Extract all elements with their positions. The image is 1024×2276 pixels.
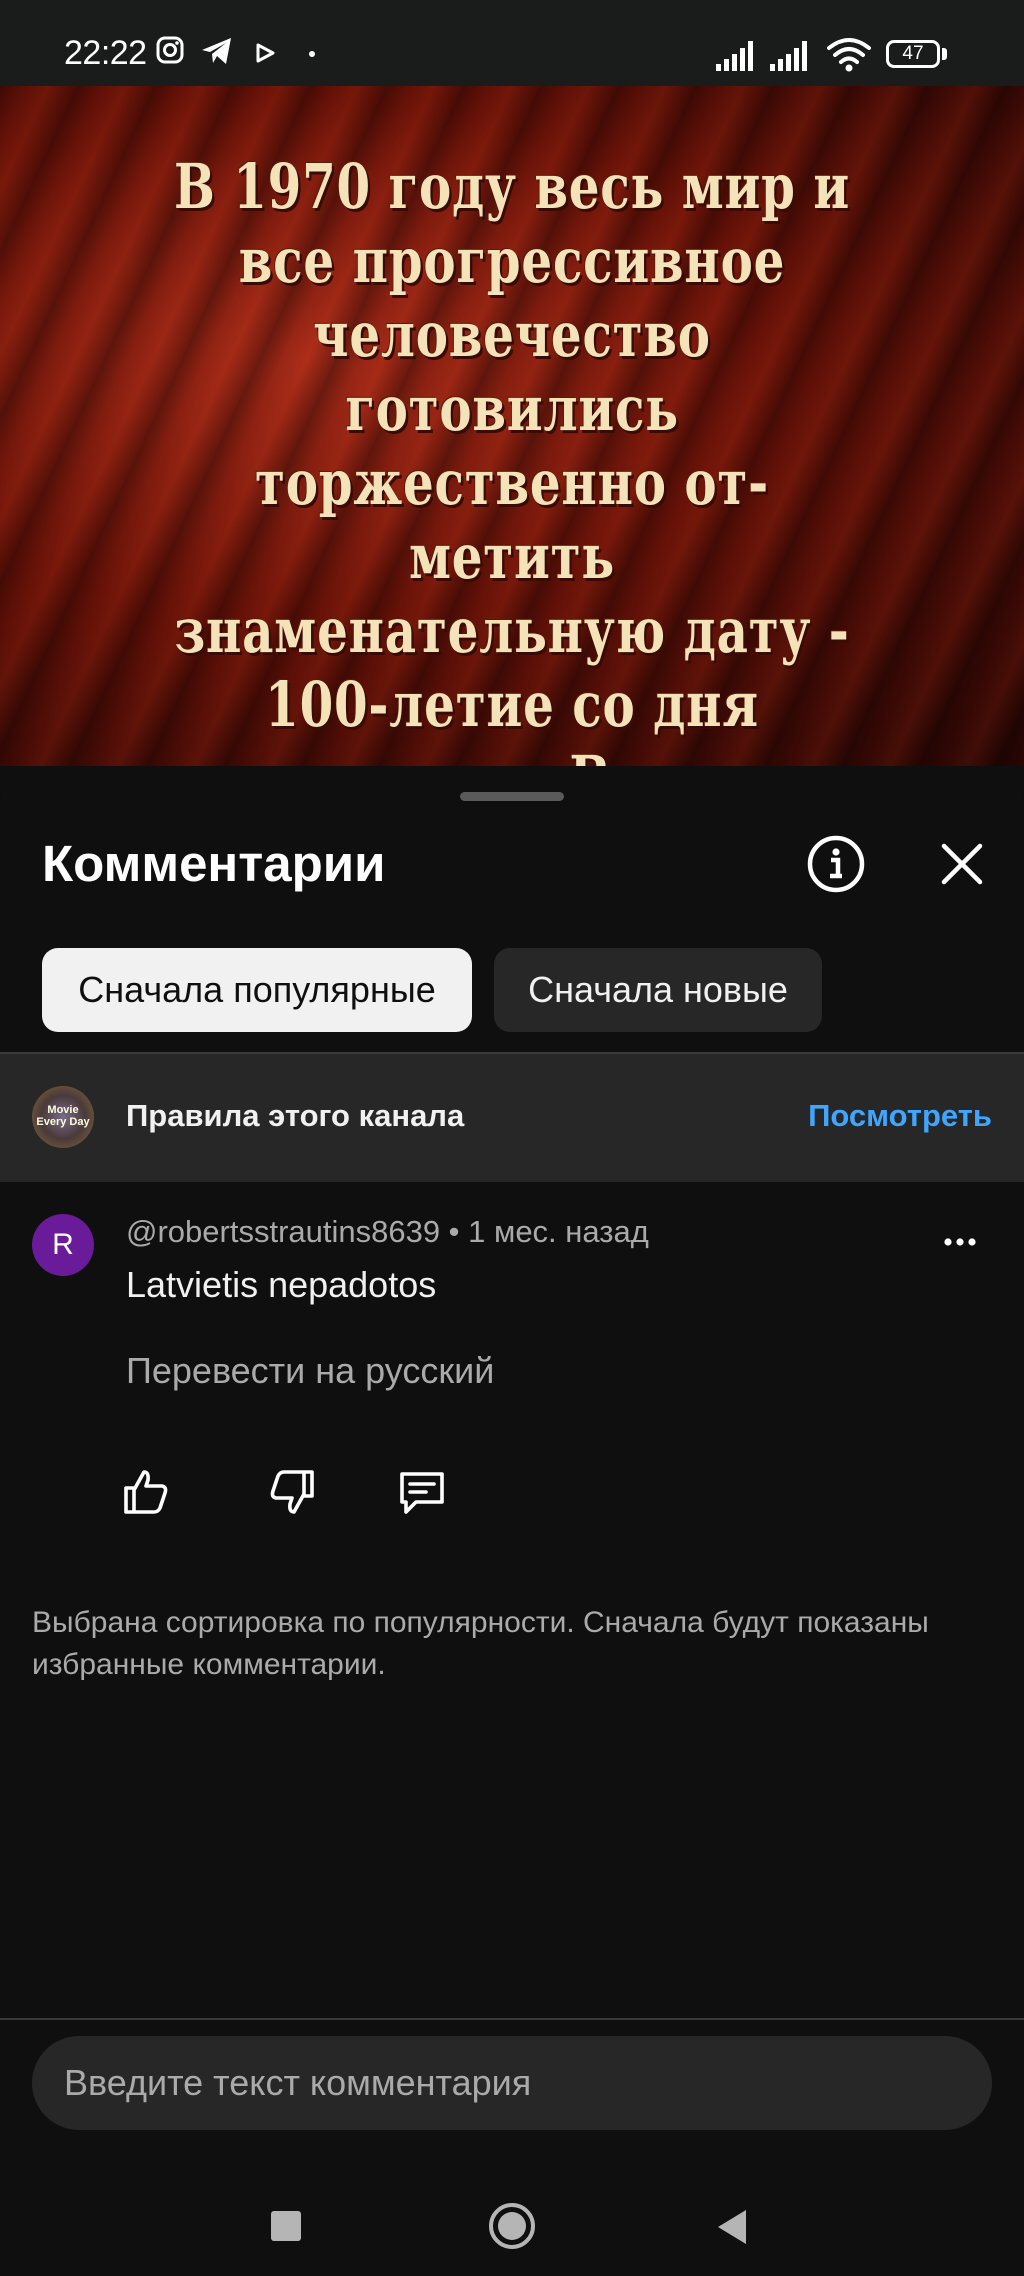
like-icon[interactable] — [118, 1464, 174, 1520]
battery-indicator: 47 — [886, 40, 940, 68]
info-icon — [807, 835, 865, 893]
battery-level: 47 — [902, 43, 924, 64]
view-rules-link[interactable]: Посмотреть — [808, 1098, 992, 1134]
status-time: 22:22 — [64, 34, 147, 72]
more-options-icon[interactable] — [940, 1222, 980, 1262]
sort-note: Выбрана сортировка по популярности. Снач… — [32, 1606, 929, 1681]
avatar[interactable]: R — [32, 1214, 94, 1276]
dislike-icon[interactable] — [264, 1464, 320, 1520]
drag-handle[interactable] — [460, 792, 564, 801]
channel-rules-label: Правила этого канала — [126, 1098, 465, 1133]
divider — [0, 2018, 1024, 2020]
close-button[interactable] — [930, 832, 994, 896]
sort-popular-chip[interactable]: Сначала популярные — [42, 948, 472, 1032]
telegram-icon — [202, 38, 231, 64]
channel-avatar-logo: Movie Every Day — [36, 1104, 90, 1128]
battery-tip — [942, 48, 947, 60]
channel-avatar: Movie Every Day — [32, 1086, 94, 1148]
close-icon — [941, 843, 983, 885]
dot-icon — [309, 51, 315, 57]
comment-text: Latvietis nepadotos — [126, 1264, 437, 1305]
signal-icon — [770, 41, 807, 71]
info-button[interactable] — [804, 832, 868, 896]
channel-rules-row[interactable]: Movie Every Day Правила этого канала Пос… — [0, 1054, 1024, 1182]
translate-link[interactable]: Перевести на русский — [126, 1350, 494, 1392]
reply-icon[interactable] — [394, 1464, 450, 1520]
signal-icon — [716, 41, 753, 71]
home-icon[interactable] — [488, 2202, 536, 2250]
play-icon — [256, 43, 275, 63]
video-player[interactable]: В 1970 году весь мир и все прогрессивное… — [0, 86, 1024, 766]
wifi-icon — [827, 38, 871, 72]
comments-sheet: Комментарии Сначала популярные Сначала н… — [0, 772, 1024, 2276]
sort-newest-chip[interactable]: Сначала новые — [494, 948, 822, 1032]
recent-apps-icon[interactable] — [270, 2210, 302, 2242]
back-icon[interactable] — [716, 2208, 748, 2246]
video-caption: В 1970 году весь мир и все прогрессивное… — [173, 150, 851, 766]
instagram-icon — [156, 36, 184, 64]
comment-input[interactable]: Введите текст комментария — [32, 2036, 992, 2130]
status-bar: 22:22 47 — [0, 0, 1024, 86]
comment-author-meta[interactable]: @robertsstrautins8639 • 1 мес. назад — [126, 1214, 649, 1250]
sheet-title: Комментарии — [42, 835, 386, 892]
